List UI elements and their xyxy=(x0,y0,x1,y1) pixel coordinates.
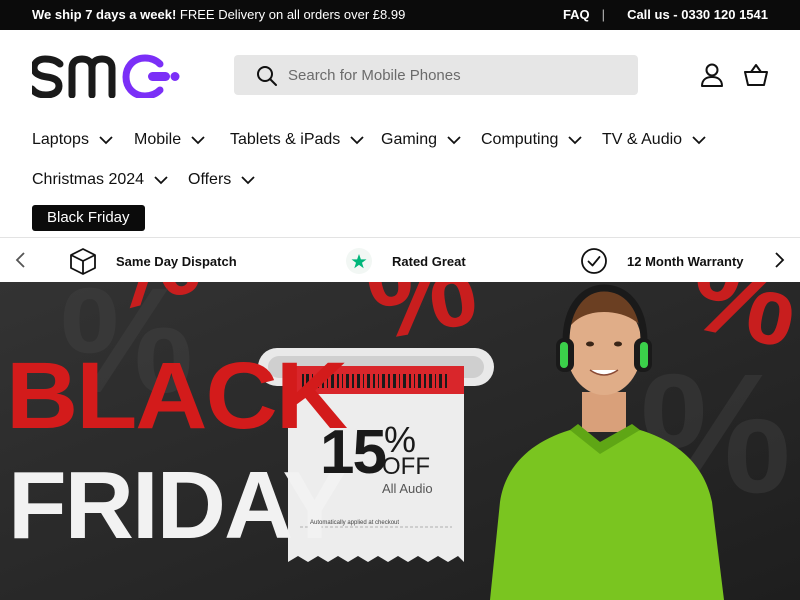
star-icon xyxy=(346,248,372,274)
nav-item-label: Christmas 2024 xyxy=(32,171,145,188)
usp-item-dispatch: Same Day Dispatch xyxy=(69,247,237,275)
nav-item-label: TV & Audio xyxy=(602,131,683,148)
usp-item-warranty: 12 Month Warranty xyxy=(580,247,744,275)
search-bar xyxy=(234,55,638,95)
hero-title-line1: BLACK xyxy=(6,342,348,449)
box-icon xyxy=(70,248,96,275)
smc-logo[interactable] xyxy=(28,52,184,100)
shipping-text: FREE Delivery on all orders over £8.99 xyxy=(179,7,406,22)
nav-item-computing[interactable]: Computing xyxy=(481,131,583,149)
nav-item-label: Computing xyxy=(481,131,559,148)
discount-number: 15 xyxy=(320,418,387,487)
nav-item-label: Tablets & iPads xyxy=(230,131,341,148)
chevron-down-icon xyxy=(447,135,461,144)
nav-item-black-friday[interactable]: Black Friday xyxy=(32,205,145,231)
usp-item-rated: Rated Great xyxy=(345,247,466,275)
discount-scope: All Audio xyxy=(382,481,433,496)
call-us-link[interactable]: Call us - 0330 120 1541 xyxy=(627,7,768,22)
top-links-separator: | xyxy=(601,7,606,22)
search-input[interactable] xyxy=(288,55,618,95)
chevron-down-icon xyxy=(99,135,113,144)
chevron-down-icon xyxy=(568,135,583,144)
announcement-bar: We ship 7 days a week! FREE Delivery on … xyxy=(0,0,800,30)
chevron-down-icon xyxy=(241,175,255,184)
top-links: FAQ | Call us - 0330 120 1541 xyxy=(563,7,768,22)
hero-banner[interactable]: % % % % % xyxy=(0,282,800,600)
nav-item-gaming[interactable]: Gaming xyxy=(381,131,461,149)
nav-item-offers[interactable]: Offers xyxy=(188,171,255,189)
usp-label: 12 Month Warranty xyxy=(627,253,744,269)
hero-title-line2: FRIDAY xyxy=(8,452,347,559)
nav-item-mobile[interactable]: Mobile xyxy=(134,131,205,149)
nav-item-tv-audio[interactable]: TV & Audio xyxy=(602,131,706,149)
nav-item-laptops[interactable]: Laptops xyxy=(32,131,113,149)
usp-label: Rated Great xyxy=(392,253,466,269)
nav-item-label: Laptops xyxy=(32,131,89,148)
faq-link[interactable]: FAQ xyxy=(563,7,590,22)
chevron-right-icon[interactable] xyxy=(770,251,788,269)
nav-item-label: Offers xyxy=(188,171,232,188)
shipping-bold-text: We ship 7 days a week! xyxy=(32,7,177,22)
basket-icon[interactable] xyxy=(743,62,769,88)
discount-off: OFF xyxy=(382,453,430,480)
nav-item-label: Gaming xyxy=(381,131,438,148)
nav-item-tablets[interactable]: Tablets & iPads xyxy=(230,131,364,149)
shipping-message: We ship 7 days a week! FREE Delivery on … xyxy=(32,7,405,22)
usp-label: Same Day Dispatch xyxy=(116,253,237,269)
nav-item-christmas[interactable]: Christmas 2024 xyxy=(32,171,168,189)
usp-carousel: Same Day Dispatch Rated Great 12 Month W… xyxy=(0,237,800,282)
nav-item-label: Mobile xyxy=(134,131,182,148)
chevron-left-icon[interactable] xyxy=(12,251,30,269)
discount-note: Automatically applied at checkout xyxy=(310,520,400,526)
chevron-down-icon xyxy=(191,135,205,144)
search-icon[interactable] xyxy=(256,65,278,87)
chevron-down-icon xyxy=(350,135,364,144)
user-icon[interactable] xyxy=(699,62,725,88)
chevron-down-icon xyxy=(692,135,706,144)
chevron-down-icon xyxy=(154,175,168,184)
check-circle-icon xyxy=(581,248,607,274)
